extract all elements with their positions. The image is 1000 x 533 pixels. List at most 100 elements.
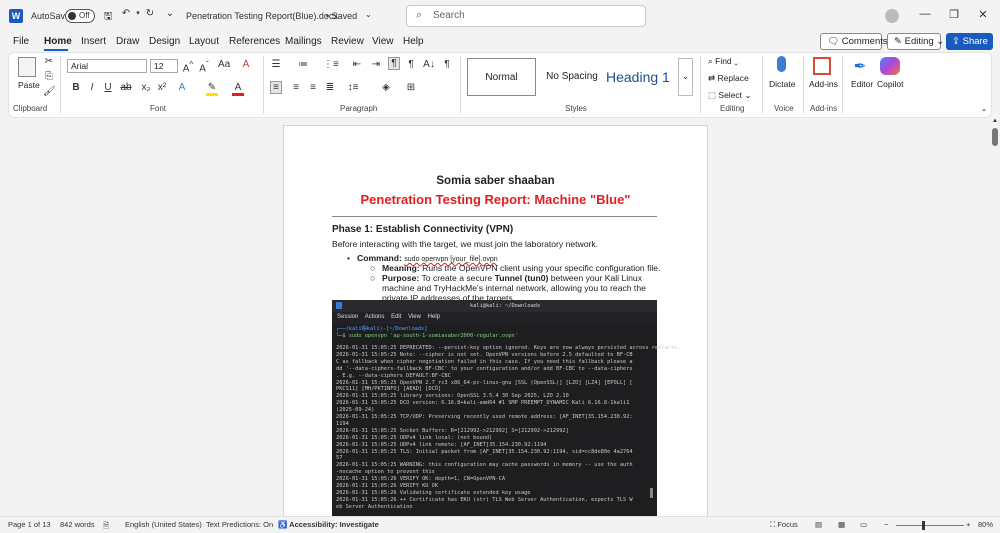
font-name-field[interactable]: Arial — [67, 59, 147, 73]
tab-draw[interactable]: Draw — [116, 36, 139, 47]
tab-design[interactable]: Design — [149, 36, 180, 47]
vertical-scrollbar[interactable] — [992, 128, 998, 146]
paste-icon[interactable] — [18, 57, 36, 77]
style-normal[interactable]: Normal — [467, 58, 536, 96]
addins-label[interactable]: Add-ins — [809, 79, 838, 89]
tab-review[interactable]: Review — [331, 36, 364, 47]
scroll-up-icon[interactable]: ▲ — [989, 118, 1000, 124]
proofing-icon[interactable]: 🗎 — [103, 520, 109, 533]
redo-icon[interactable]: ↻ — [144, 8, 156, 19]
superscript-icon[interactable]: x² — [156, 82, 168, 93]
dictate-label[interactable]: Dictate — [769, 79, 795, 89]
align-center-icon[interactable]: ≡ — [290, 82, 302, 93]
restore-icon[interactable]: ❐ — [947, 8, 961, 21]
show-formatting-icon[interactable]: ¶ — [441, 59, 453, 70]
subscript-icon[interactable]: x₂ — [140, 82, 152, 93]
search-box[interactable]: ⌕ Search — [406, 5, 646, 27]
zoom-in-icon[interactable]: + — [966, 520, 970, 529]
shading-icon[interactable]: ◈ — [380, 82, 392, 93]
text-effects-icon[interactable]: A — [176, 82, 188, 93]
numbering-icon[interactable]: ≔ — [297, 59, 309, 70]
tab-help[interactable]: Help — [403, 36, 424, 47]
zoom-out-icon[interactable]: − — [884, 520, 888, 529]
format-painter-icon[interactable]: 🖌 — [43, 86, 56, 97]
microphone-icon[interactable] — [777, 56, 786, 72]
replace-button[interactable]: ⇄ Replace — [708, 73, 749, 84]
change-case-icon[interactable]: Aa — [218, 59, 230, 70]
rtl-icon[interactable]: ¶ — [405, 59, 417, 70]
styles-gallery-icon[interactable]: ⌄ — [678, 58, 693, 96]
divider — [700, 56, 701, 114]
editing-mode-button[interactable]: ✎ Editing ⌄ — [887, 33, 944, 50]
zoom-slider-thumb[interactable] — [922, 521, 925, 530]
tab-view[interactable]: View — [372, 36, 394, 47]
minimize-icon[interactable]: — — [918, 8, 932, 20]
font-size-field[interactable]: 12 — [150, 59, 178, 73]
underline-icon[interactable]: U — [102, 82, 114, 93]
find-button[interactable]: ⌕ Find ⌄ — [708, 56, 738, 67]
page-count[interactable]: Page 1 of 13 — [8, 520, 51, 529]
align-left-icon[interactable]: ≡ — [270, 81, 282, 94]
justify-icon[interactable]: ≣ — [324, 82, 336, 93]
highlight-icon[interactable]: ✎ — [206, 82, 218, 96]
language[interactable]: English (United States) — [125, 520, 202, 529]
copy-icon[interactable]: ⎘ — [43, 71, 55, 82]
tab-references[interactable]: References — [229, 36, 280, 47]
word-count[interactable]: 842 words — [60, 520, 95, 529]
shrink-font-icon[interactable]: Aˇ — [198, 59, 210, 74]
ltr-icon[interactable]: ¶ — [388, 57, 400, 70]
customize-toolbar-icon[interactable]: ⌄ — [164, 8, 176, 19]
search-input[interactable]: Search — [433, 10, 465, 21]
title-dropdown-icon[interactable]: ⌄ — [365, 10, 372, 19]
clear-formatting-icon[interactable]: A — [240, 59, 252, 70]
print-layout-icon[interactable]: ▦ — [838, 520, 845, 529]
bold-icon[interactable]: B — [70, 82, 82, 93]
read-mode-icon[interactable]: ▤ — [815, 520, 822, 529]
close-icon[interactable]: ✕ — [976, 8, 990, 21]
grow-font-icon[interactable]: A^ — [182, 59, 194, 74]
cut-icon[interactable]: ✂ — [43, 56, 55, 67]
accessibility-status[interactable]: ♿ Accessibility: Investigate — [278, 520, 379, 529]
tab-home[interactable]: Home — [44, 36, 72, 47]
bullets-icon[interactable]: ☰ — [270, 59, 282, 70]
tab-mailings[interactable]: Mailings — [285, 36, 322, 47]
editor-label[interactable]: Editor — [851, 79, 873, 89]
terminal-line: 57 — [336, 455, 343, 462]
tab-layout[interactable]: Layout — [189, 36, 219, 47]
editor-icon[interactable]: ✒ — [851, 57, 869, 75]
terminal-line: C as fallback when cipher negotiation fa… — [336, 358, 633, 365]
zoom-slider[interactable] — [896, 525, 964, 526]
saved-status[interactable]: • Saved — [326, 11, 357, 21]
copilot-label[interactable]: Copilot — [877, 79, 903, 89]
collapse-ribbon-icon[interactable]: ⌄ — [978, 104, 990, 113]
strikethrough-icon[interactable]: ab — [120, 82, 132, 93]
style-no-spacing[interactable]: No Spacing — [540, 58, 604, 96]
borders-icon[interactable]: ⊞ — [405, 82, 417, 93]
addins-icon[interactable] — [813, 57, 831, 75]
focus-button[interactable]: ⛶ Focus — [770, 520, 798, 530]
tab-file[interactable]: File — [13, 36, 29, 47]
save-icon[interactable]: 🖫 — [102, 9, 114, 26]
zoom-level[interactable]: 80% — [978, 520, 993, 529]
web-layout-icon[interactable]: ▭ — [860, 520, 867, 529]
avatar[interactable] — [885, 9, 899, 23]
italic-icon[interactable]: I — [86, 82, 98, 93]
select-button[interactable]: ⬚ Select ⌄ — [708, 90, 752, 101]
undo-icon[interactable]: ↶ — [120, 8, 132, 19]
font-color-icon[interactable]: A — [232, 82, 244, 96]
multilevel-list-icon[interactable]: ⋮≡ — [323, 59, 339, 70]
text-predictions[interactable]: Text Predictions: On — [206, 520, 273, 529]
undo-dropdown-icon[interactable]: ▾ — [132, 9, 144, 17]
share-button[interactable]: ⇪ Share — [946, 33, 993, 50]
comments-button[interactable]: 🗨 Comments — [820, 33, 888, 50]
copilot-icon[interactable] — [880, 57, 900, 75]
paste-label[interactable]: Paste — [18, 80, 40, 90]
tab-insert[interactable]: Insert — [81, 36, 106, 47]
decrease-indent-icon[interactable]: ⇤ — [351, 59, 363, 70]
line-spacing-icon[interactable]: ↕≡ — [347, 82, 359, 93]
autosave-toggle[interactable]: Off — [65, 9, 95, 23]
align-right-icon[interactable]: ≡ — [307, 82, 319, 93]
style-heading-1[interactable]: Heading 1 — [606, 58, 676, 96]
increase-indent-icon[interactable]: ⇥ — [370, 59, 382, 70]
sort-icon[interactable]: A↓ — [423, 59, 435, 70]
